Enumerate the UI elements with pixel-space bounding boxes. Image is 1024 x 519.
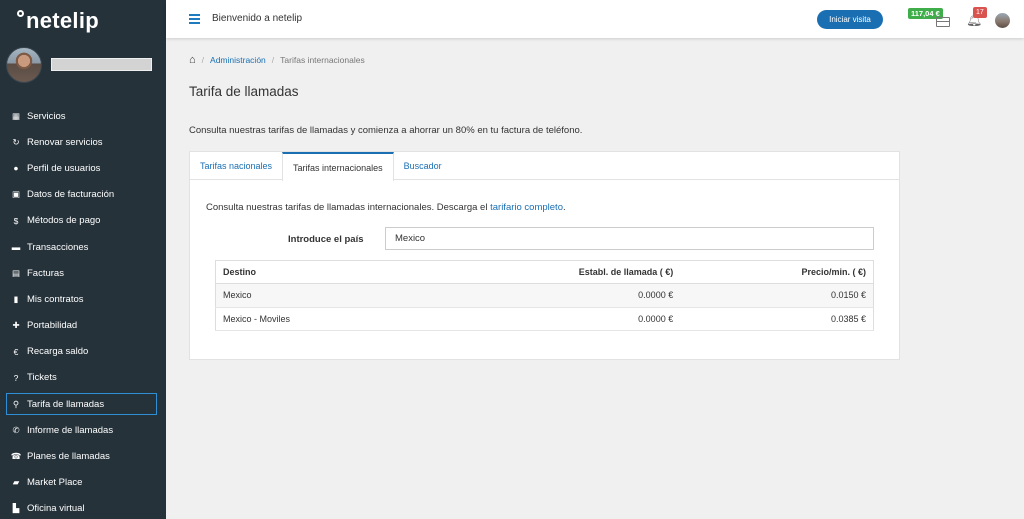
sidebar-item-market-place[interactable]: ▰ Market Place xyxy=(0,469,166,495)
tab-description: Consulta nuestras tarifas de llamadas in… xyxy=(206,202,566,213)
country-input[interactable] xyxy=(385,227,874,250)
grid-icon: ▦ xyxy=(11,110,21,121)
sidebar-item-recarga-saldo[interactable]: € Recarga saldo xyxy=(0,339,166,365)
tab-tarifas-nacionales[interactable]: Tarifas nacionales xyxy=(190,152,282,180)
cell-setup-fee: 0.0000 € xyxy=(414,307,681,331)
document-icon: ▮ xyxy=(13,293,19,304)
sidebar-item-informe-llamadas[interactable]: ✆ Informe de llamadas xyxy=(0,417,166,443)
breadcrumb-current: Tarifas internacionales xyxy=(280,55,365,65)
cell-destination: Mexico xyxy=(215,283,415,308)
sidebar-item-label: Servicios xyxy=(27,110,66,122)
sidebar-item-label: Tarifa de llamadas xyxy=(27,398,105,410)
cell-destination: Mexico - Moviles xyxy=(215,307,415,331)
sidebar-item-label: Mis contratos xyxy=(27,293,84,305)
sidebar-item-renovar-servicios[interactable]: ↻ Renovar servicios xyxy=(0,129,166,155)
sidebar-item-label: Market Place xyxy=(27,477,83,489)
sidebar-item-label: Portabilidad xyxy=(27,320,78,332)
sidebar-item-mis-contratos[interactable]: ▮ Mis contratos xyxy=(0,286,166,312)
sidebar-item-tickets[interactable]: ? Tickets xyxy=(0,365,166,391)
sidebar-item-label: Recarga saldo xyxy=(27,346,89,358)
breadcrumb-separator: / xyxy=(271,55,275,65)
briefcase-icon: ▣ xyxy=(11,189,21,200)
sidebar-item-servicios[interactable]: ▦ Servicios xyxy=(0,103,166,129)
tab-bar: Tarifas nacionales Tarifas internacional… xyxy=(190,152,899,181)
sidebar-item-oficina-virtual[interactable]: ▙ Oficina virtual xyxy=(0,496,166,519)
welcome-text: Bienvenido a netelip xyxy=(212,13,303,24)
sidebar-item-planes-llamadas[interactable]: ☎ Planes de llamadas xyxy=(0,443,166,469)
dollar-icon: $ xyxy=(13,215,19,226)
rates-panel: Tarifas nacionales Tarifas internacional… xyxy=(189,151,900,360)
table-row: Mexico 0.0000 € 0.0150 € xyxy=(215,283,874,308)
sidebar-item-label: Renovar servicios xyxy=(27,136,103,148)
breadcrumb-admin-link[interactable]: Administración xyxy=(210,55,266,65)
home-icon[interactable]: ⌂ xyxy=(189,54,196,66)
cell-price-per-min: 0.0385 € xyxy=(680,307,874,331)
description-text: Consulta nuestras tarifas de llamadas in… xyxy=(206,202,491,213)
user-icon: ● xyxy=(13,163,19,174)
cell-price-per-min: 0.0150 € xyxy=(680,283,874,308)
breadcrumb: ⌂ / Administración / Tarifas internacion… xyxy=(189,54,365,66)
card-icon: ▬ xyxy=(11,242,21,253)
page-title: Tarifa de llamadas xyxy=(189,84,299,99)
netelip-logo[interactable]: netelip xyxy=(17,8,99,34)
refresh-icon: ↻ xyxy=(12,136,20,147)
sidebar-item-label: Transacciones xyxy=(27,241,89,253)
search-icon: ⚲ xyxy=(12,398,20,409)
sidebar-item-label: Perfil de usuarios xyxy=(27,162,101,174)
user-profile xyxy=(6,47,166,83)
country-label: Introduce el país xyxy=(288,234,364,245)
sidebar-item-perfil-usuarios[interactable]: ● Perfil de usuarios xyxy=(0,155,166,181)
column-header-destino: Destino xyxy=(215,260,415,284)
sidebar-nav: ▦ Servicios ↻ Renovar servicios ● Perfil de… xyxy=(0,103,166,519)
sidebar: netelip ▦ Servicios ↻ Renovar servicios ● P… xyxy=(0,0,166,519)
sidebar-item-label: Métodos de pago xyxy=(27,215,101,227)
phone-icon: ✆ xyxy=(12,424,20,435)
column-header-establecimiento: Establ. de llamada ( €) xyxy=(414,260,681,284)
notification-count-badge[interactable]: 17 xyxy=(973,7,987,18)
tab-buscador[interactable]: Buscador xyxy=(394,152,452,180)
sidebar-item-facturas[interactable]: ▤ Facturas xyxy=(0,260,166,286)
plus-icon: ✚ xyxy=(12,320,20,331)
table-header-row: Destino Establ. de llamada ( €) Precio/m… xyxy=(215,260,874,284)
avatar[interactable] xyxy=(6,47,42,83)
credit-card-icon[interactable] xyxy=(936,17,950,27)
rates-table: Destino Establ. de llamada ( €) Precio/m… xyxy=(215,260,874,331)
sidebar-item-portabilidad[interactable]: ✚ Portabilidad xyxy=(0,313,166,339)
question-icon: ? xyxy=(13,372,19,383)
euro-icon: € xyxy=(13,346,19,357)
start-tour-button[interactable]: Iniciar visita xyxy=(817,10,883,29)
sidebar-item-datos-facturacion[interactable]: ▣ Datos de facturación xyxy=(0,182,166,208)
breadcrumb-separator: / xyxy=(201,55,205,65)
sidebar-item-label: Datos de facturación xyxy=(27,189,115,201)
page-intro: Consulta nuestras tarifas de llamadas y … xyxy=(189,125,583,136)
sidebar-item-tarifa-llamadas[interactable]: ⚲ Tarifa de llamadas xyxy=(6,393,157,416)
table-row: Mexico - Moviles 0.0000 € 0.0385 € xyxy=(215,307,874,331)
full-tariff-link[interactable]: tarifario completo xyxy=(490,202,563,213)
redacted-user-name xyxy=(51,58,152,71)
user-avatar[interactable] xyxy=(995,13,1010,28)
sidebar-item-metodos-pago[interactable]: $ Métodos de pago xyxy=(0,208,166,234)
menu-toggle-icon[interactable] xyxy=(189,14,200,24)
sidebar-item-label: Planes de llamadas xyxy=(27,450,110,462)
sidebar-item-label: Facturas xyxy=(27,267,64,279)
sidebar-item-transacciones[interactable]: ▬ Transacciones xyxy=(0,234,166,260)
cell-setup-fee: 0.0000 € xyxy=(414,283,681,308)
location-pin-icon xyxy=(17,10,24,17)
column-header-precio-min: Precio/min. ( €) xyxy=(680,260,874,284)
sidebar-item-label: Tickets xyxy=(27,372,57,384)
topbar: Bienvenido a netelip Iniciar visita 117,… xyxy=(166,0,1024,38)
sidebar-item-label: Oficina virtual xyxy=(27,503,85,515)
office-icon: ▙ xyxy=(12,503,20,514)
description-suffix: . xyxy=(562,202,566,213)
sidebar-item-label: Informe de llamadas xyxy=(27,424,114,436)
invoice-icon: ▤ xyxy=(11,267,21,278)
tab-tarifas-internacionales[interactable]: Tarifas internacionales xyxy=(282,152,394,181)
market-icon: ▰ xyxy=(12,477,20,488)
logo-text: netelip xyxy=(26,8,99,33)
phone-plan-icon: ☎ xyxy=(10,450,22,461)
